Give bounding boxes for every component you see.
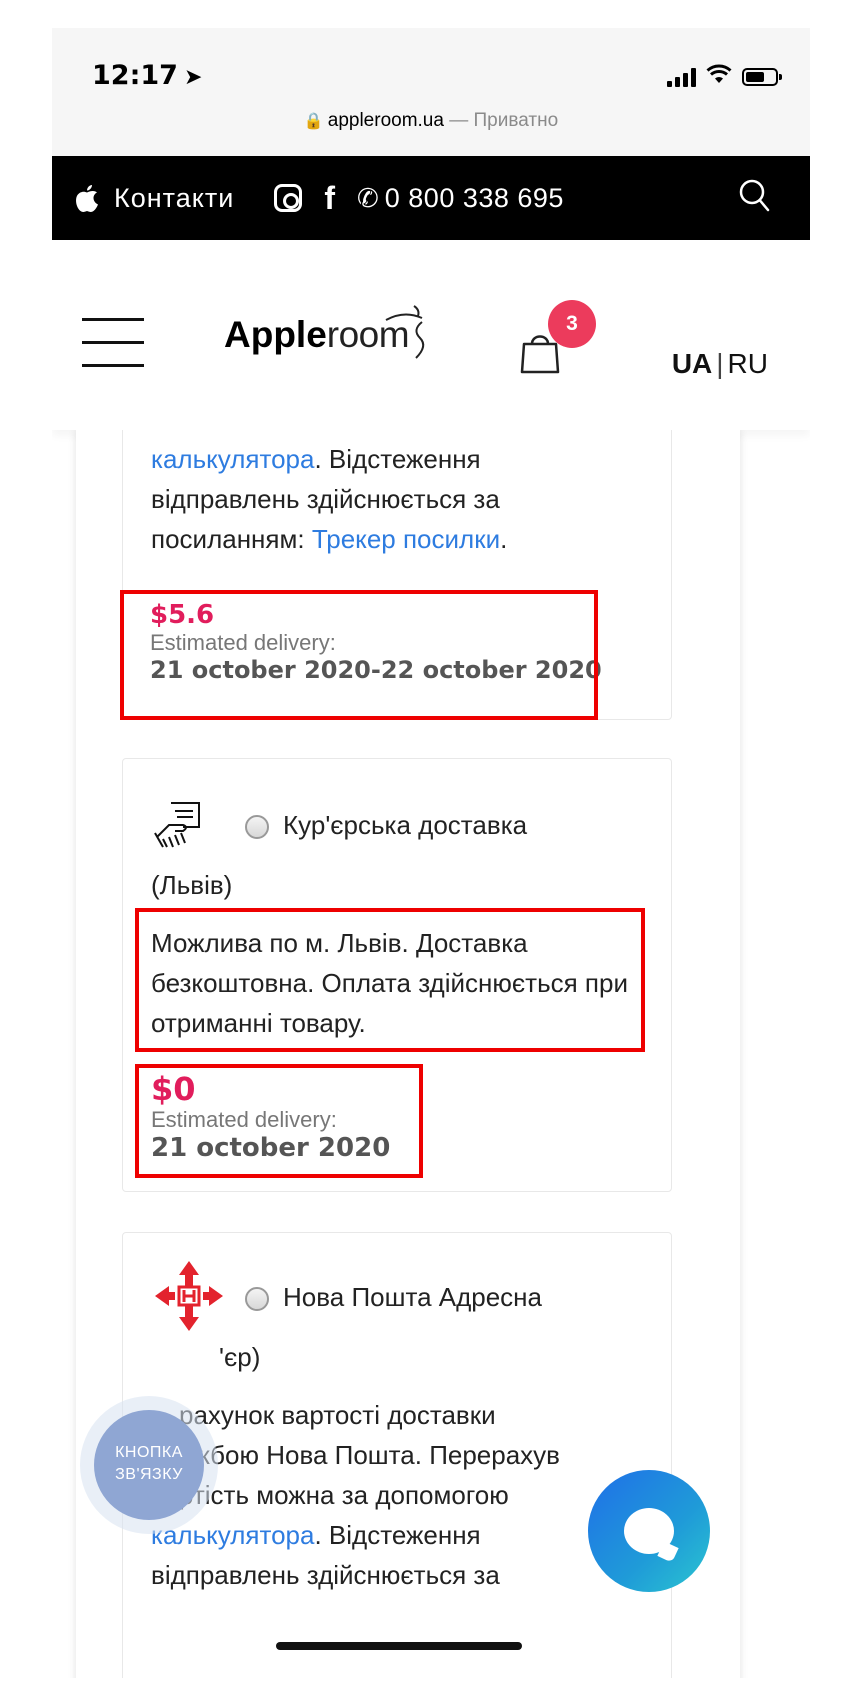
url-domain: appleroom.ua [327,110,444,131]
chat-button[interactable] [588,1470,710,1592]
search-icon[interactable] [738,178,770,214]
description-end: . [500,524,508,554]
description-line: службою Нова Пошта. Перерахув [151,1440,560,1470]
cellular-signal-icon [667,67,696,87]
description-text: . Відстеження [314,1520,481,1550]
clock: 12:17 ➤ [92,60,202,91]
site-header: Appleroom 3 UA | RU [52,240,810,430]
lang-ua[interactable]: UA [672,348,712,379]
delivery-option-title[interactable]: Кур'єрська доставка [245,805,527,845]
phone-number[interactable]: 0 800 338 695 [385,183,564,214]
logo-bold-text: Apple [224,314,327,355]
site-logo[interactable]: Appleroom [224,314,410,356]
delivery-title: Кур'єрська доставка [283,810,528,840]
wifi-icon [706,64,732,90]
status-bar: 12:17 ➤ 🔒 appleroom.ua — Приватно [52,28,810,156]
contact-button-label: КНОПКА ЗВ'ЯЗКУ [94,1410,204,1520]
logo-swirl-icon [385,305,425,359]
menu-icon[interactable] [82,318,144,368]
phone-icon: ✆ [356,182,379,213]
clock-time: 12:17 [92,60,178,91]
highlight-box [135,908,645,1052]
tracker-link[interactable]: Трекер посилки [312,524,500,554]
contact-button[interactable]: КНОПКА ЗВ'ЯЗКУ [80,1396,218,1534]
lang-ru[interactable]: RU [728,348,768,379]
highlight-box [120,590,598,720]
calculator-link[interactable]: калькулятора [151,444,314,474]
apple-icon [74,183,100,213]
highlight-box [135,1064,423,1178]
delivery-title-city: (Львів) [151,870,233,900]
delivery-radio[interactable] [245,815,269,840]
language-switcher: UA | RU [672,348,768,380]
system-icons [667,64,782,90]
delivery-radio[interactable] [245,1287,269,1312]
battery-icon [742,68,782,86]
lang-separator: | [716,348,724,379]
contact-label-line1: КНОПКА [115,1444,183,1461]
contacts-link[interactable]: Контакти [114,183,234,214]
delivery-option-title[interactable]: Нова Пошта Адресна [245,1277,542,1317]
delivery-description: калькулятора. Відстеження відправлень зд… [151,439,591,559]
delivery-title: Нова Пошта Адресна [283,1282,542,1312]
cart-count-badge: 3 [548,300,596,348]
lock-icon: 🔒 [303,113,324,130]
location-arrow-icon: ➤ [183,65,203,90]
instagram-icon[interactable] [274,184,303,212]
description-line: рахунок вартості доставки [179,1400,496,1430]
top-bar: Контакти f ✆ 0 800 338 695 [52,156,810,240]
url-separator: — [443,110,474,131]
facebook-icon[interactable]: f [324,180,335,217]
home-indicator[interactable] [276,1642,522,1650]
delivery-title-partial: 'єр) [219,1342,261,1372]
chat-bubble-icon [624,1508,674,1554]
contact-label-line2: ЗВ'ЯЗКУ [115,1466,183,1483]
courier-hand-icon [153,797,209,853]
private-mode-label: Приватно [473,110,559,131]
url-bar[interactable]: 🔒 appleroom.ua — Приватно [52,110,810,132]
nova-poshta-logo-icon [153,1259,225,1333]
